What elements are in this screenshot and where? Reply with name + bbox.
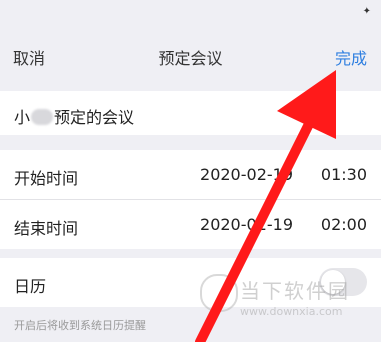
end-time-value: 02:00 (320, 215, 367, 234)
watermark-logo-icon (200, 274, 238, 312)
start-time-value: 01:30 (320, 165, 367, 184)
status-bar: ✦ (0, 0, 381, 30)
end-time-row[interactable]: 结束时间 2020-02-19 02:00 (0, 200, 381, 249)
page-title: 预定会议 (158, 49, 223, 68)
calendar-hint: 开启后将收到系统日历提醒 (14, 319, 146, 332)
meeting-subject-text: 小 预定的会议 (14, 104, 134, 128)
subject-suffix: 预定的会议 (54, 108, 135, 127)
time-section: 开始时间 2020-02-19 01:30 结束时间 2020-02-19 02… (0, 150, 381, 249)
status-icon: ✦ (362, 6, 371, 17)
subject-prefix: 小 (14, 108, 31, 127)
end-time-label: 结束时间 (14, 219, 79, 238)
watermark-url: www.downxia.com (240, 305, 343, 318)
navigation-bar: 取消 预定会议 完成 (0, 30, 381, 78)
done-button[interactable]: 完成 (335, 45, 367, 69)
end-date-value: 2020-02-19 (200, 215, 293, 234)
start-time-label: 开始时间 (14, 169, 79, 188)
calendar-label: 日历 (14, 277, 47, 296)
start-time-row[interactable]: 开始时间 2020-02-19 01:30 (0, 150, 381, 200)
subject-section: 小 预定的会议 (0, 91, 381, 135)
watermark-title: 当下软件园 (240, 279, 350, 303)
meeting-subject-field[interactable]: 小 预定的会议 (0, 91, 381, 135)
start-date-value: 2020-02-19 (200, 165, 293, 184)
watermark: 当下软件园 www.downxia.com (200, 272, 370, 332)
redacted-name (31, 109, 54, 125)
